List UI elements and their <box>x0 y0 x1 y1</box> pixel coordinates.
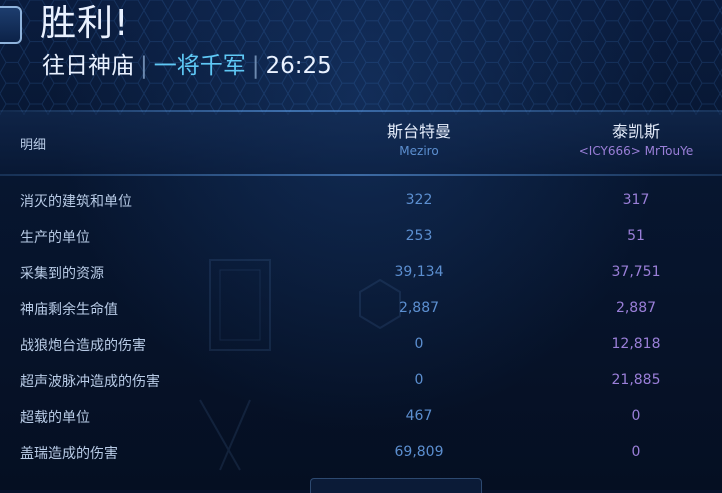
player-1-value: 0 <box>414 336 424 352</box>
player-1-header: 斯台特曼 Meziro <box>319 122 519 159</box>
player-1-value: 467 <box>405 408 433 424</box>
stat-label: 战狼炮台造成的伤害 <box>20 338 146 354</box>
player-2-value: 37,751 <box>611 264 661 280</box>
player-2-value: 0 <box>631 444 641 460</box>
menu-corner-button[interactable] <box>0 6 22 44</box>
table-row: 消灭的建筑和单位 322 317 <box>0 182 722 218</box>
game-duration: 26:25 <box>265 53 332 79</box>
stat-label: 超声波脉冲造成的伤害 <box>20 374 160 390</box>
table-row: 战狼炮台造成的伤害 0 12,818 <box>0 326 722 362</box>
player-2-value: 0 <box>631 408 641 424</box>
player-1-value: 253 <box>405 228 433 244</box>
table-header: 明细 斯台特曼 Meziro 泰凯斯 <ICY666> MrTouYe <box>0 112 722 174</box>
map-name: 往日神庙 <box>42 53 134 79</box>
stat-label: 生产的单位 <box>20 230 90 246</box>
player-id: <ICY666> MrTouYe <box>578 144 694 158</box>
player-2-value: 21,885 <box>611 372 661 388</box>
separator: | <box>251 53 260 79</box>
game-mode: 一将千军 <box>153 53 246 79</box>
stat-label: 超载的单位 <box>20 410 90 426</box>
table-row: 盖瑞造成的伤害 69,809 0 <box>0 434 722 470</box>
table-row: 生产的单位 253 51 <box>0 218 722 254</box>
mission-info: 往日神庙 | 一将千军 | 26:25 <box>42 50 332 82</box>
player-1-value: 0 <box>414 372 424 388</box>
stats-table: 消灭的建筑和单位 322 317 生产的单位 253 51 采集到的资源 39,… <box>0 182 722 470</box>
stat-label: 采集到的资源 <box>20 266 104 282</box>
player-2-header: 泰凯斯 <ICY666> MrTouYe <box>536 122 722 159</box>
table-row: 神庙剩余生命值 2,887 2,887 <box>0 290 722 326</box>
player-commander: 斯台特曼 <box>386 122 451 141</box>
player-id: Meziro <box>399 144 439 158</box>
table-row: 超声波脉冲造成的伤害 0 21,885 <box>0 362 722 398</box>
player-1-value: 69,809 <box>394 444 444 460</box>
header: 胜利! 往日神庙 | 一将千军 | 26:25 <box>0 0 722 110</box>
player-2-value: 317 <box>622 192 650 208</box>
player-1-value: 2,887 <box>398 300 440 316</box>
details-label: 明细 <box>20 138 47 153</box>
player-2-value: 2,887 <box>615 300 657 316</box>
player-1-value: 39,134 <box>394 264 444 280</box>
stat-label: 盖瑞造成的伤害 <box>20 446 118 462</box>
table-row: 采集到的资源 39,134 37,751 <box>0 254 722 290</box>
bottom-tab[interactable] <box>310 478 482 493</box>
player-2-value: 12,818 <box>611 336 661 352</box>
table-row: 超载的单位 467 0 <box>0 398 722 434</box>
stat-label: 神庙剩余生命值 <box>20 302 118 318</box>
victory-title: 胜利! <box>40 3 130 44</box>
player-2-value: 51 <box>627 228 645 244</box>
player-1-value: 322 <box>405 192 433 208</box>
separator: | <box>140 53 148 79</box>
player-commander: 泰凯斯 <box>611 122 660 141</box>
stat-label: 消灭的建筑和单位 <box>20 194 132 210</box>
divider <box>0 174 722 176</box>
